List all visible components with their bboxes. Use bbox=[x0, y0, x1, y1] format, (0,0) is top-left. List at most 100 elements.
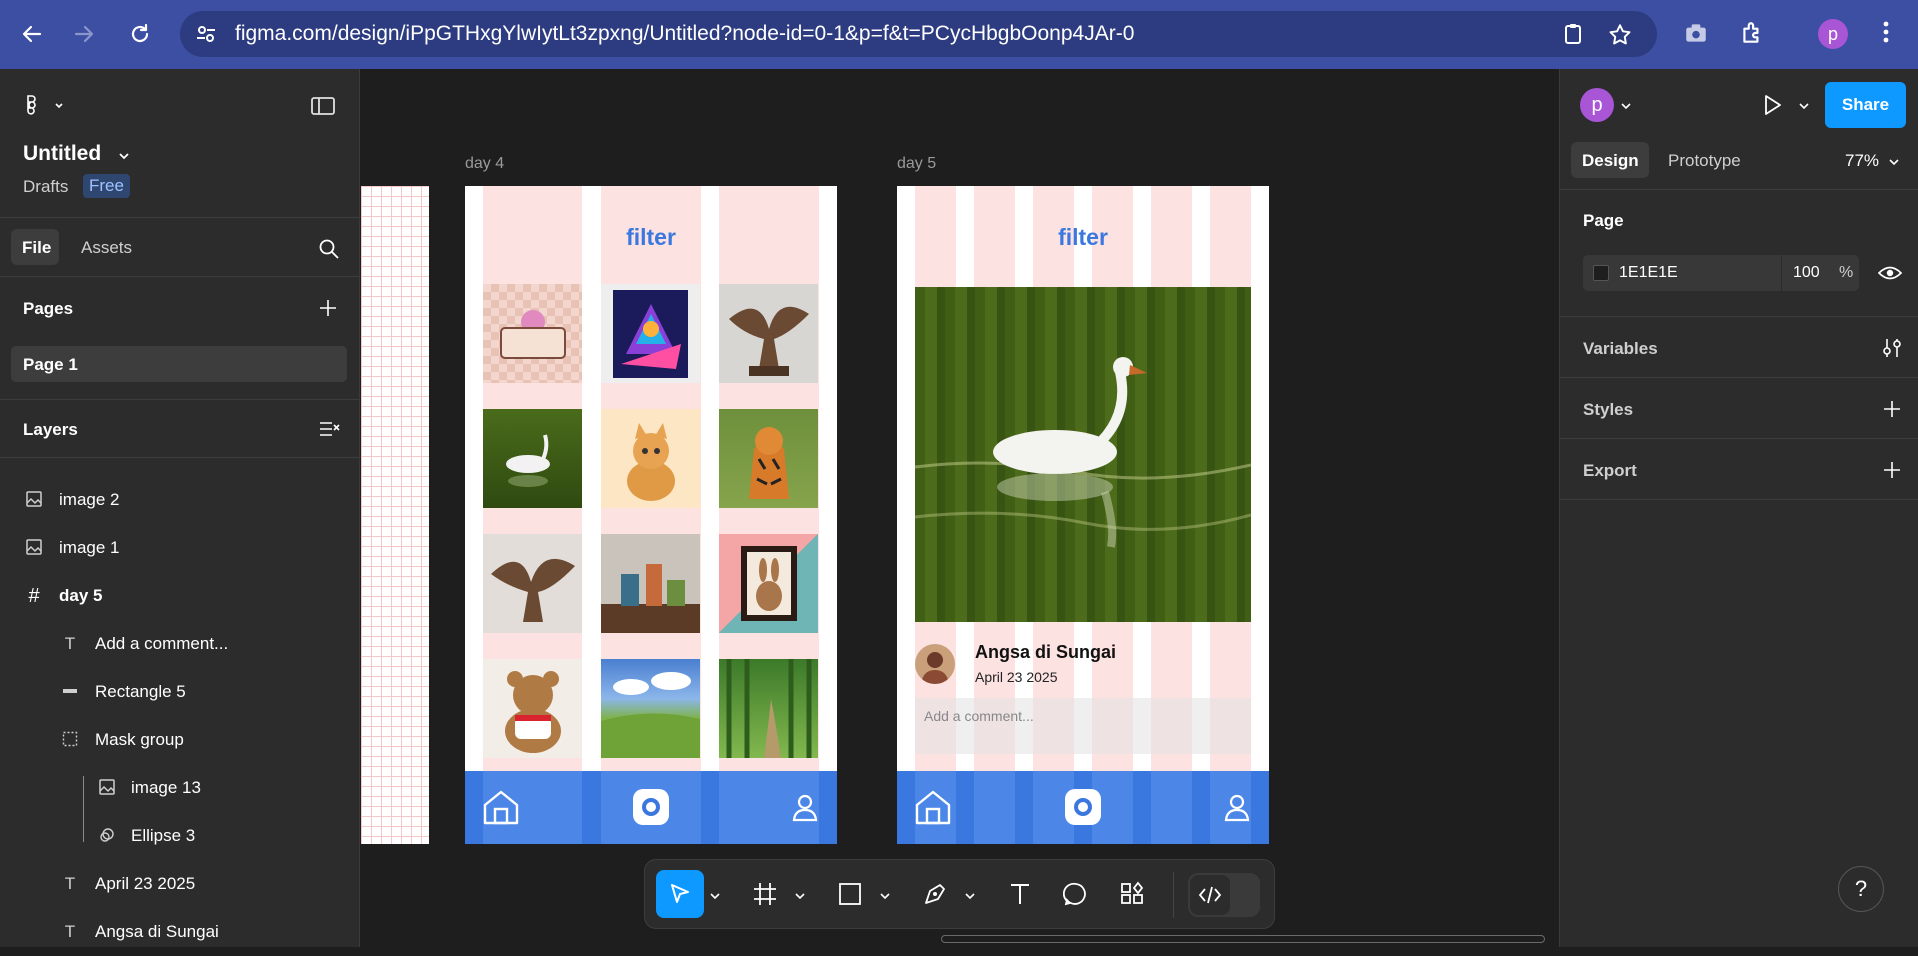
move-tool-button[interactable] bbox=[656, 870, 704, 918]
styles-label[interactable]: Styles bbox=[1583, 400, 1633, 420]
browser-profile-avatar[interactable]: p bbox=[1818, 19, 1848, 49]
home-icon[interactable] bbox=[482, 788, 520, 826]
layer-item[interactable]: T April 23 2025 bbox=[0, 860, 360, 908]
page-fill-hex[interactable]: 1E1E1E bbox=[1619, 264, 1678, 282]
add-style-icon[interactable] bbox=[1881, 398, 1903, 420]
layer-item[interactable]: Rectangle 5 bbox=[0, 668, 360, 716]
thumbnail-kitten-image[interactable] bbox=[601, 409, 700, 508]
tab-file[interactable]: File bbox=[11, 229, 59, 265]
thumbnail-room-figures-image[interactable] bbox=[601, 534, 700, 633]
layer-item[interactable]: # day 5 bbox=[0, 572, 360, 620]
layer-item[interactable]: Ellipse 3 bbox=[0, 812, 360, 860]
pen-tool-button[interactable] bbox=[911, 870, 959, 918]
ellipse-mask-icon bbox=[97, 826, 117, 846]
drafts-label[interactable]: Drafts bbox=[23, 177, 68, 197]
back-icon[interactable] bbox=[16, 18, 48, 50]
profile-icon[interactable] bbox=[792, 794, 818, 822]
plan-badge[interactable]: Free bbox=[83, 174, 130, 198]
layer-item[interactable]: Mask group bbox=[0, 716, 360, 764]
post-date: April 23 2025 bbox=[975, 669, 1058, 685]
comment-input[interactable]: Add a comment... bbox=[915, 698, 1251, 754]
present-play-icon[interactable] bbox=[1760, 93, 1784, 117]
chevron-down-icon[interactable] bbox=[879, 889, 891, 901]
search-icon[interactable] bbox=[318, 238, 340, 260]
dev-mode-toggle[interactable] bbox=[1188, 873, 1260, 917]
layer-item[interactable]: T Add a comment... bbox=[0, 620, 360, 668]
url-text[interactable]: figma.com/design/iPpGTHxgYlwIytLt3zpxng/… bbox=[235, 22, 1134, 46]
layer-label: image 13 bbox=[131, 778, 201, 797]
chevron-down-icon[interactable] bbox=[1798, 99, 1810, 111]
share-button[interactable]: Share bbox=[1825, 82, 1906, 128]
layer-item[interactable]: T Angsa di Sungai bbox=[0, 908, 360, 956]
tab-prototype[interactable]: Prototype bbox=[1668, 151, 1741, 171]
comment-tool-button[interactable] bbox=[1052, 870, 1100, 918]
frame-day-4[interactable]: filter bbox=[465, 186, 837, 844]
thumbnail-wolf-art-image[interactable] bbox=[601, 284, 700, 383]
chevron-down-icon[interactable] bbox=[709, 889, 721, 901]
frame-label-day-5[interactable]: day 5 bbox=[897, 155, 936, 173]
text-tool-button[interactable] bbox=[996, 870, 1044, 918]
resources-tool-button[interactable] bbox=[1108, 870, 1156, 918]
post-avatar[interactable] bbox=[915, 644, 955, 684]
file-menu-chevron-icon[interactable] bbox=[117, 149, 131, 161]
add-export-icon[interactable] bbox=[1881, 459, 1903, 481]
horizontal-scrollbar[interactable] bbox=[941, 935, 1545, 943]
thumbnail-eagle-statue-image[interactable] bbox=[719, 284, 818, 383]
profile-icon[interactable] bbox=[1224, 794, 1250, 822]
thumbnail-landscape-image[interactable] bbox=[601, 659, 700, 758]
rectangle-tool-button[interactable] bbox=[826, 870, 874, 918]
toggle-sidebar-icon[interactable] bbox=[310, 95, 336, 117]
design-canvas[interactable]: day 4 filter day 5 filter Angsa di Sunga… bbox=[361, 69, 1559, 947]
thumbnail-rabbit-frame-image[interactable] bbox=[719, 534, 818, 633]
thumbnail-eagle-statue-image[interactable] bbox=[483, 534, 582, 633]
page-fill-field[interactable]: 1E1E1E 100 % bbox=[1583, 255, 1859, 291]
add-page-icon[interactable] bbox=[317, 297, 339, 319]
user-avatar[interactable]: p bbox=[1580, 88, 1614, 122]
variables-settings-icon[interactable] bbox=[1881, 337, 1903, 359]
chevron-down-icon[interactable] bbox=[794, 889, 806, 901]
camera-extension-icon[interactable] bbox=[1682, 20, 1710, 48]
page-item-page-1[interactable]: Page 1 bbox=[11, 346, 347, 382]
thumbnail-bamboo-path-image[interactable] bbox=[719, 659, 818, 758]
pen-icon bbox=[925, 884, 945, 904]
swan-main-image[interactable] bbox=[915, 287, 1251, 622]
frame-day-5[interactable]: filter Angsa di Sungai April 23 2025 Add… bbox=[897, 186, 1269, 844]
layer-item[interactable]: image 2 bbox=[0, 476, 360, 524]
zoom-level[interactable]: 77% bbox=[1845, 151, 1879, 171]
camera-icon[interactable] bbox=[1064, 788, 1102, 826]
eye-icon[interactable] bbox=[1877, 262, 1903, 284]
layer-item[interactable]: image 13 bbox=[0, 764, 360, 812]
tab-design[interactable]: Design bbox=[1571, 142, 1649, 178]
image-icon bbox=[24, 490, 44, 510]
thumbnail-swan-image[interactable] bbox=[483, 409, 582, 508]
variables-label[interactable]: Variables bbox=[1583, 339, 1658, 359]
bookmark-star-icon[interactable] bbox=[1607, 22, 1633, 48]
site-info-icon[interactable] bbox=[194, 22, 218, 46]
thumbnail-tiger-image[interactable] bbox=[719, 409, 818, 508]
chevron-down-icon[interactable] bbox=[964, 889, 976, 901]
clipboard-icon[interactable] bbox=[1560, 22, 1586, 48]
frame-tool-button[interactable] bbox=[741, 870, 789, 918]
color-swatch[interactable] bbox=[1593, 265, 1609, 281]
export-label[interactable]: Export bbox=[1583, 461, 1637, 481]
chevron-down-icon[interactable] bbox=[1620, 99, 1632, 111]
help-button[interactable]: ? bbox=[1838, 866, 1884, 912]
address-bar[interactable]: figma.com/design/iPpGTHxgYlwIytLt3zpxng/… bbox=[180, 11, 1657, 57]
layer-item[interactable]: image 1 bbox=[0, 524, 360, 572]
frame-label-day-4[interactable]: day 4 bbox=[465, 155, 504, 173]
thumbnail-teddy-bear-image[interactable] bbox=[483, 659, 582, 758]
tab-assets[interactable]: Assets bbox=[81, 238, 132, 258]
browser-menu-icon[interactable] bbox=[1872, 20, 1900, 48]
forward-icon[interactable] bbox=[68, 18, 100, 50]
file-name[interactable]: Untitled bbox=[23, 142, 101, 166]
home-icon[interactable] bbox=[914, 788, 952, 826]
camera-icon[interactable] bbox=[632, 788, 670, 826]
collapse-layers-icon[interactable] bbox=[317, 418, 341, 440]
thumbnail-sign-image[interactable] bbox=[483, 284, 582, 383]
page-fill-opacity[interactable]: 100 bbox=[1793, 264, 1820, 282]
grid-frame[interactable] bbox=[361, 186, 429, 844]
figma-main-menu[interactable] bbox=[22, 93, 66, 119]
extensions-puzzle-icon[interactable] bbox=[1738, 20, 1766, 48]
reload-icon[interactable] bbox=[124, 18, 156, 50]
chevron-down-icon[interactable] bbox=[1888, 155, 1900, 167]
